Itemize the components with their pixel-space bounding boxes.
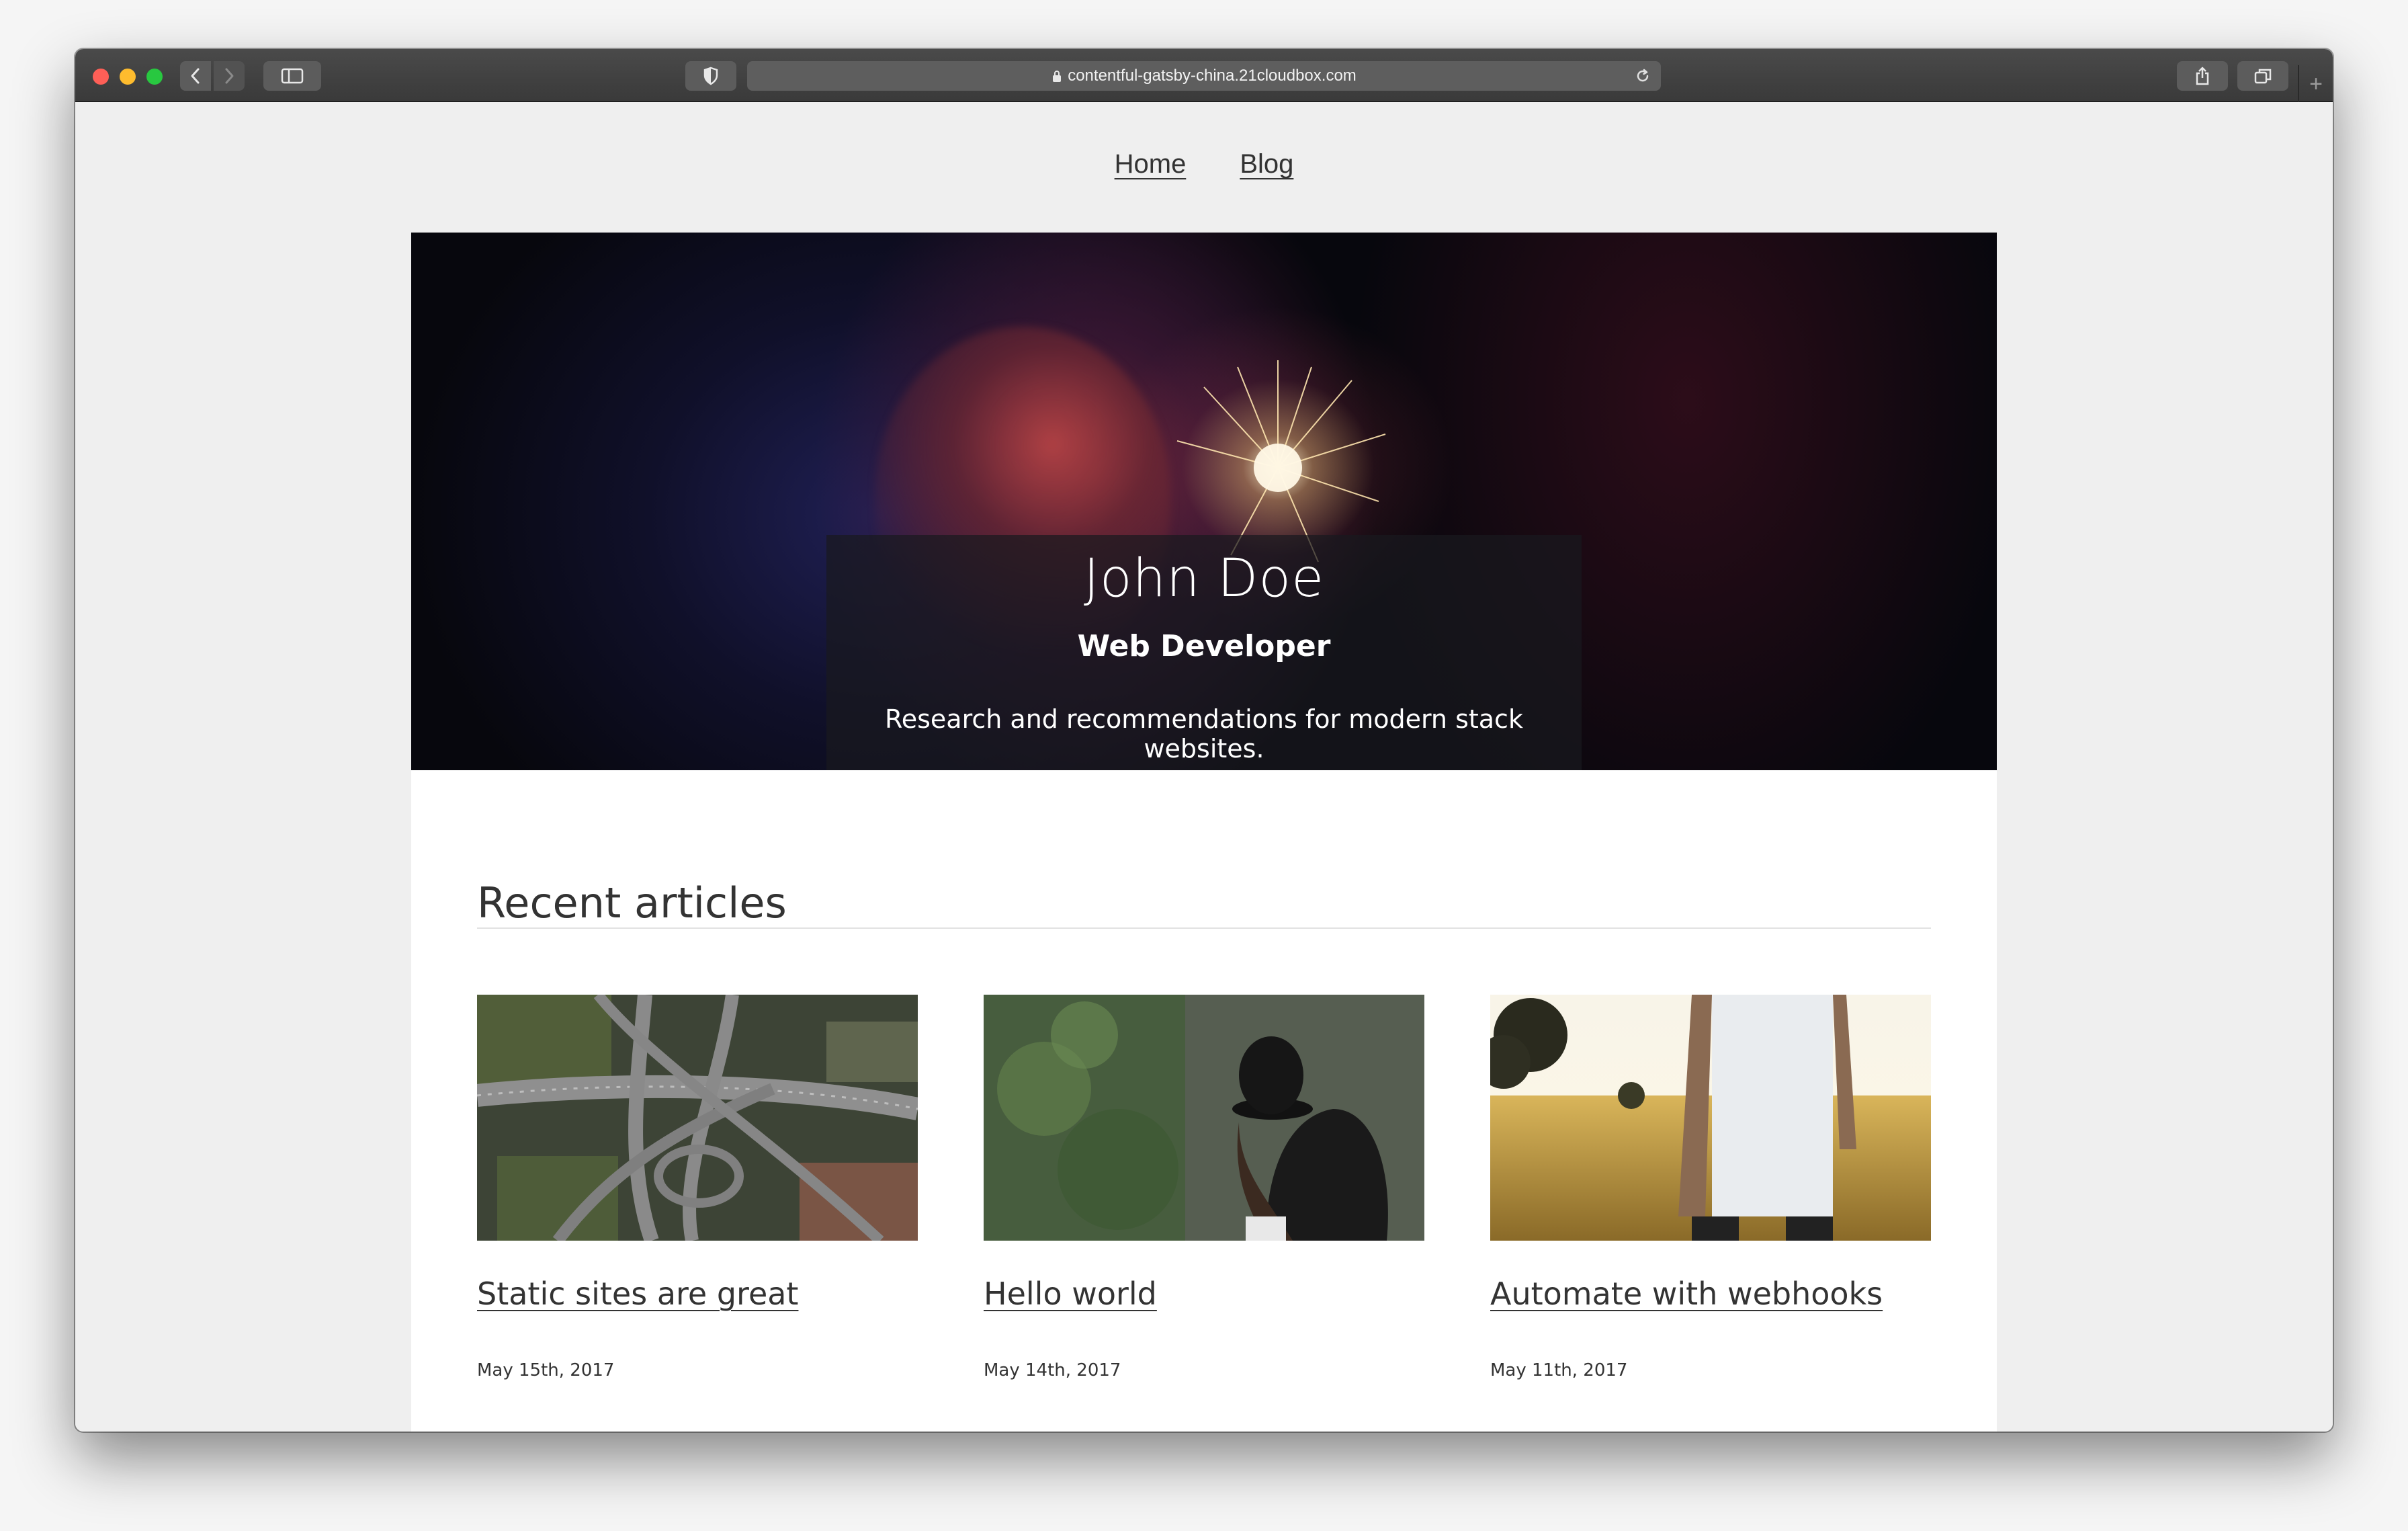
shield-icon [703,67,718,85]
section-divider [477,927,1931,929]
article-title-link[interactable]: Hello world [984,1276,1157,1312]
share-icon [2196,67,2209,85]
section-heading: Recent articles [477,878,787,928]
chevron-right-icon [225,68,234,84]
hero-info-card: John Doe Web Developer Research and reco… [826,535,1582,770]
article-image-wheat-field[interactable] [1490,995,1931,1241]
address-bar[interactable]: contentful-gatsby-china.21cloudbox.com [747,61,1661,91]
article-date: May 11th, 2017 [1490,1360,1628,1380]
article-date: May 15th, 2017 [477,1360,615,1380]
browser-toolbar: contentful-gatsby-china.21cloudbox.com + [75,49,2333,103]
sidebar-icon [281,68,304,84]
article-card: Automate with webhooks May 11th, 2017 [1490,995,1931,1380]
browser-window: contentful-gatsby-china.21cloudbox.com +… [75,49,2333,1432]
sidebar-toggle-button[interactable] [263,61,321,91]
hero-description: Research and recommendations for modern … [885,704,1523,763]
nav-link-blog[interactable]: Blog [1240,149,1293,196]
article-card: Static sites are great May 15th, 2017 [477,995,918,1380]
url-text: contentful-gatsby-china.21cloudbox.com [1068,67,1357,85]
recent-articles-section: Recent articles Static sites are great M… [411,770,1997,1432]
hero-job-title: Web Developer [1077,629,1331,663]
close-window-button[interactable] [93,69,109,85]
hero-banner: John Doe Web Developer Research and reco… [411,233,1997,770]
privacy-report-button[interactable] [685,61,736,91]
article-title-link[interactable]: Static sites are great [477,1276,798,1312]
tab-overview-icon [2254,69,2272,84]
article-title-link[interactable]: Automate with webhooks [1490,1276,1883,1312]
nav-link-home[interactable]: Home [1115,149,1187,196]
reload-icon [1637,69,1649,82]
desktop: contentful-gatsby-china.21cloudbox.com +… [0,0,2408,1531]
article-date: May 14th, 2017 [984,1360,1121,1380]
new-tab-button[interactable]: + [2298,65,2333,103]
web-page: Home Blog John Doe Web Developer Researc… [75,102,2333,1432]
article-image-highway[interactable] [477,995,918,1241]
tab-overview-button[interactable] [2237,61,2288,91]
share-button[interactable] [2177,61,2228,91]
reload-button[interactable] [1634,67,1651,85]
minimize-window-button[interactable] [120,69,136,85]
article-image-woman-hat[interactable] [984,995,1424,1241]
hero-name: John Doe [1083,548,1325,609]
back-button[interactable] [180,61,211,91]
lock-icon [1051,69,1062,83]
article-card: Hello world May 14th, 2017 [984,995,1424,1380]
chevron-left-icon [191,68,200,84]
zoom-window-button[interactable] [146,69,163,85]
forward-button[interactable] [214,61,245,91]
site-nav: Home Blog [75,149,2333,196]
